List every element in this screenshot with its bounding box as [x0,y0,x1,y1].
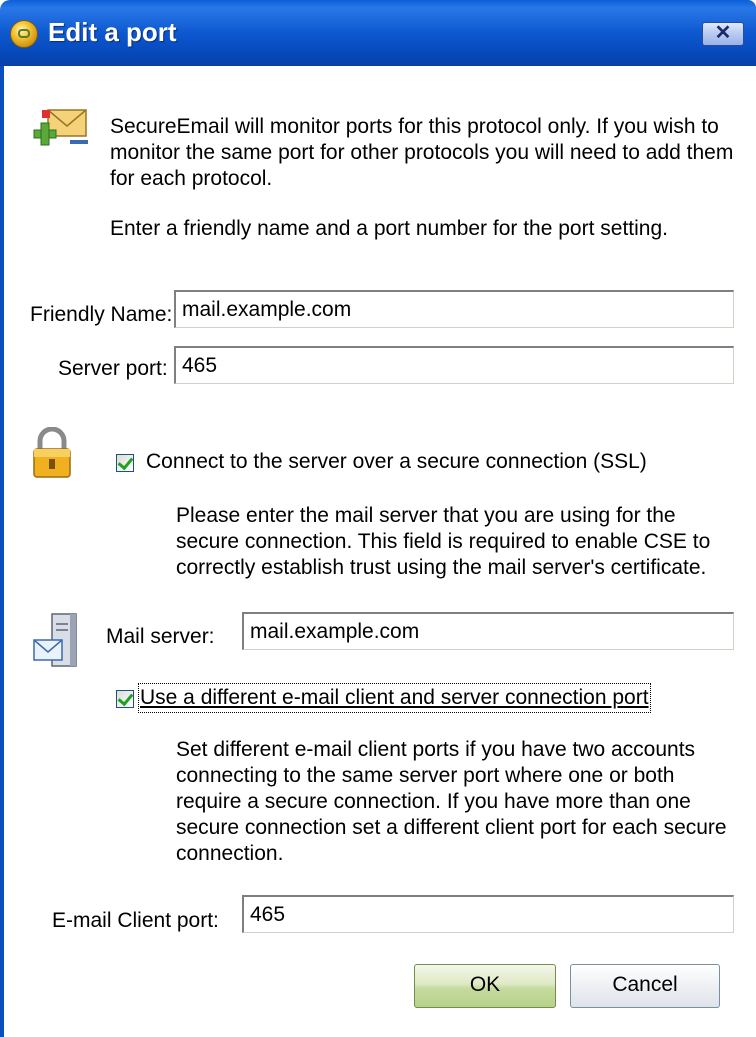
client-port-description: Set different e-mail client ports if you… [176,738,727,865]
add-email-icon [33,109,88,146]
friendly-name-input[interactable] [174,290,734,328]
padlock-icon [33,427,71,478]
ssl-description: Please enter the mail server that you ar… [176,504,711,579]
mail-server-input[interactable] [242,612,734,650]
close-button[interactable]: ✕ [702,22,744,46]
mail-server-label: Mail server: [106,625,215,648]
cancel-button[interactable]: Cancel [570,964,720,1008]
client-port-input[interactable] [242,895,734,933]
client-port-checkbox-label[interactable]: Use a different e-mail client and server… [138,683,651,713]
client-port-label: E-mail Client port: [52,909,219,932]
intro-instruction: Enter a friendly name and a port number … [110,217,668,240]
friendly-name-label: Friendly Name: [30,303,173,326]
ssl-checkbox-label[interactable]: Connect to the server over a secure conn… [146,449,647,475]
window-frame-left [0,66,4,1037]
intro-paragraph: SecureEmail will monitor ports for this … [110,115,734,190]
ok-button[interactable]: OK [414,964,556,1008]
mail-server-icon [33,613,77,667]
window-title: Edit a port [48,17,177,47]
server-port-label: Server port: [58,357,168,380]
server-port-input[interactable] [174,346,734,384]
ssl-checkbox[interactable] [116,454,134,472]
edit-port-dialog: Edit a port ✕ SecureEmail will monitor p… [0,0,756,1037]
title-bar[interactable]: Edit a port ✕ [0,0,756,66]
app-badge-icon [10,20,38,48]
client-port-checkbox[interactable] [116,690,134,708]
